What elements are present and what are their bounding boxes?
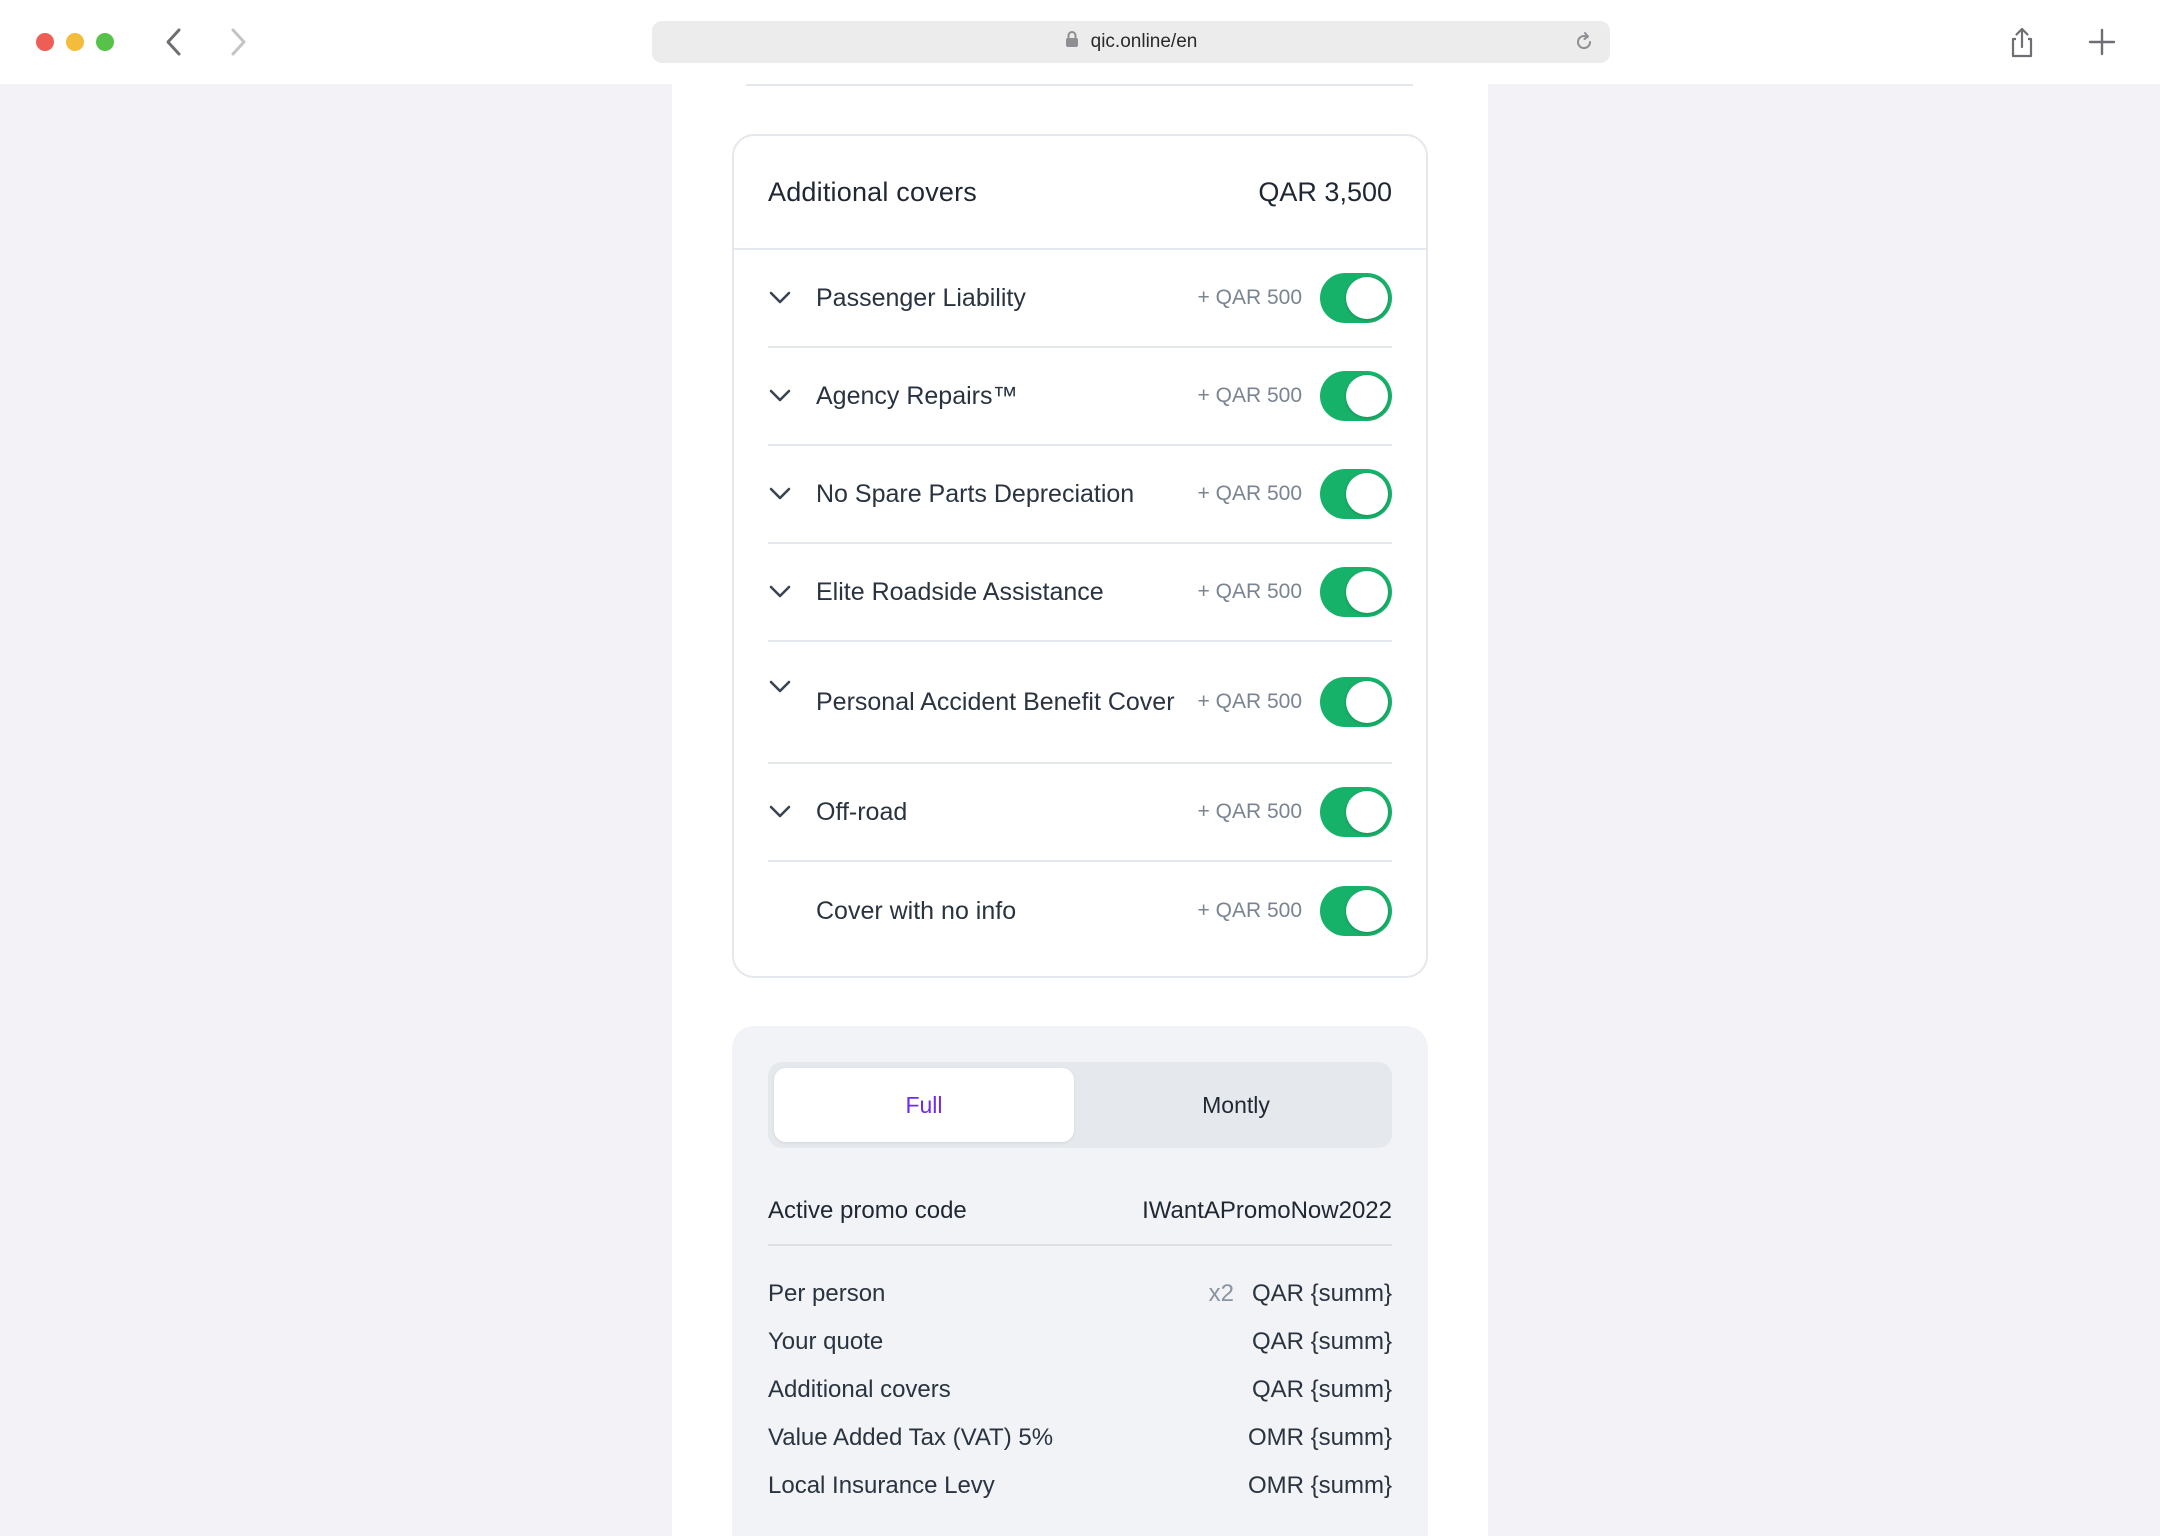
- price-line-amount: QAR {summ}: [1252, 1376, 1392, 1404]
- price-line-amount: OMR {summ}: [1248, 1472, 1392, 1500]
- lock-icon: [1065, 30, 1079, 54]
- forward-button[interactable]: [218, 22, 258, 62]
- reload-icon[interactable]: [1574, 31, 1594, 59]
- toggle-knob: [1346, 473, 1388, 515]
- cover-price: + QAR 500: [1197, 482, 1302, 505]
- cover-name: Cover with no info: [816, 897, 1017, 925]
- cover-row: No Spare Parts Depreciation + QAR 500: [768, 446, 1392, 544]
- chevron-down-icon[interactable]: [768, 797, 816, 827]
- url-text: qic.online/en: [1090, 31, 1198, 52]
- covers-total: QAR 3,500: [1258, 176, 1392, 207]
- chevron-down-icon[interactable]: [768, 381, 816, 411]
- page-viewport: Additional covers QAR 3,500 Passenger Li…: [0, 84, 2160, 1536]
- promo-label: Active promo code: [768, 1197, 967, 1224]
- payment-summary-card: Full Montly Active promo code IWantAProm…: [732, 1026, 1428, 1536]
- price-line-value: OMR {summ}: [1247, 1424, 1392, 1451]
- toggle-knob: [1346, 571, 1388, 613]
- payment-plan-selector: Full Montly: [768, 1062, 1392, 1148]
- price-breakdown: Per person x2 QAR {summ} Your quote QAR {sum…: [768, 1270, 1392, 1510]
- price-line: Per person x2 QAR {summ}: [768, 1270, 1392, 1318]
- toggle-knob: [1346, 681, 1388, 723]
- cover-price: + QAR 500: [1197, 899, 1302, 922]
- cover-toggle[interactable]: [1320, 677, 1392, 727]
- cover-name: No Spare Parts Depreciation: [816, 480, 1135, 508]
- chevron-placeholder: [768, 896, 816, 926]
- chevron-down-icon[interactable]: [768, 577, 816, 607]
- cover-toggle[interactable]: [1320, 886, 1392, 936]
- new-tab-icon[interactable]: [2086, 26, 2118, 63]
- chevron-down-icon[interactable]: [768, 479, 816, 509]
- cover-row: Cover with no info + QAR 500: [768, 862, 1392, 960]
- price-line-value: QAR {summ}: [1251, 1328, 1392, 1355]
- chevron-down-icon[interactable]: [768, 283, 816, 313]
- price-line-value: QAR {summ}: [1251, 1280, 1392, 1307]
- address-bar[interactable]: qic.online/en: [652, 21, 1610, 63]
- cover-name: Off-road: [816, 798, 908, 826]
- cover-list: Passenger Liability + QAR 500 Agency Repai…: [734, 250, 1426, 960]
- minimize-window-button[interactable]: [66, 33, 84, 51]
- cover-price: + QAR 500: [1197, 690, 1302, 713]
- price-line-label: Value Added Tax (VAT) 5%: [768, 1424, 1054, 1451]
- toggle-knob: [1346, 890, 1388, 932]
- cover-row: Off-road + QAR 500: [768, 764, 1392, 862]
- back-button[interactable]: [154, 22, 194, 62]
- cover-toggle[interactable]: [1320, 787, 1392, 837]
- covers-title: Additional covers: [768, 176, 978, 207]
- price-line-value: OMR {summ}: [1247, 1472, 1392, 1499]
- cover-name: Passenger Liability: [816, 284, 1026, 312]
- zoom-window-button[interactable]: [96, 33, 114, 51]
- covers-header: Additional covers QAR 3,500: [734, 136, 1426, 250]
- price-line-amount: OMR {summ}: [1248, 1424, 1392, 1452]
- cover-row: Agency Repairs™ + QAR 500: [768, 348, 1392, 446]
- price-line: Additional covers QAR {summ}: [768, 1366, 1392, 1414]
- price-line: Value Added Tax (VAT) 5% OMR {summ}: [768, 1414, 1392, 1462]
- cover-row: Elite Roadside Assistance + QAR 500: [768, 544, 1392, 642]
- price-line-amount: QAR {summ}: [1252, 1328, 1392, 1356]
- toggle-knob: [1346, 277, 1388, 319]
- price-line: Local Insurance Levy OMR {summ}: [768, 1462, 1392, 1510]
- cover-price: + QAR 500: [1197, 800, 1302, 823]
- price-multiplier: x2: [1208, 1280, 1234, 1307]
- price-line-label: Local Insurance Levy: [768, 1472, 995, 1499]
- promo-code: IWantAPromoNow2022: [1142, 1197, 1392, 1224]
- price-line-label: Per person: [768, 1280, 886, 1307]
- plan-option-full[interactable]: Full: [774, 1068, 1074, 1142]
- plan-option-monthly[interactable]: Montly: [1086, 1068, 1386, 1142]
- promo-code-row: Active promo code IWantAPromoNow2022: [768, 1178, 1392, 1246]
- toggle-knob: [1346, 791, 1388, 833]
- cover-row: Passenger Liability + QAR 500: [768, 250, 1392, 348]
- price-line: Your quote QAR {summ}: [768, 1318, 1392, 1366]
- cover-name: Personal Accident Benefit Cover: [816, 688, 1175, 716]
- toggle-knob: [1346, 375, 1388, 417]
- share-icon[interactable]: [2005, 26, 2039, 65]
- cover-toggle[interactable]: [1320, 469, 1392, 519]
- browser-toolbar: qic.online/en: [0, 0, 2160, 84]
- chevron-left-icon: [166, 28, 181, 56]
- chevron-down-icon[interactable]: [768, 672, 816, 702]
- cover-toggle[interactable]: [1320, 567, 1392, 617]
- cover-row: Personal Accident Benefit Cover + QAR 500: [768, 642, 1392, 764]
- cover-name: Elite Roadside Assistance: [816, 578, 1104, 606]
- additional-covers-card: Additional covers QAR 3,500 Passenger Li…: [732, 134, 1428, 978]
- cover-toggle[interactable]: [1320, 371, 1392, 421]
- cover-toggle[interactable]: [1320, 273, 1392, 323]
- close-window-button[interactable]: [36, 33, 54, 51]
- divider: [746, 84, 1413, 86]
- cover-price: + QAR 500: [1197, 580, 1302, 603]
- price-line-value: QAR {summ}: [1251, 1376, 1392, 1403]
- cover-price: + QAR 500: [1197, 384, 1302, 407]
- price-line-label: Additional covers: [768, 1376, 951, 1403]
- content-column: Additional covers QAR 3,500 Passenger Li…: [672, 84, 1488, 1536]
- cover-price: + QAR 500: [1197, 286, 1302, 309]
- price-line-label: Your quote: [768, 1328, 884, 1355]
- price-line-amount: x2 QAR {summ}: [1209, 1280, 1392, 1308]
- chevron-right-icon: [231, 28, 246, 56]
- cover-name: Agency Repairs™: [816, 382, 1018, 410]
